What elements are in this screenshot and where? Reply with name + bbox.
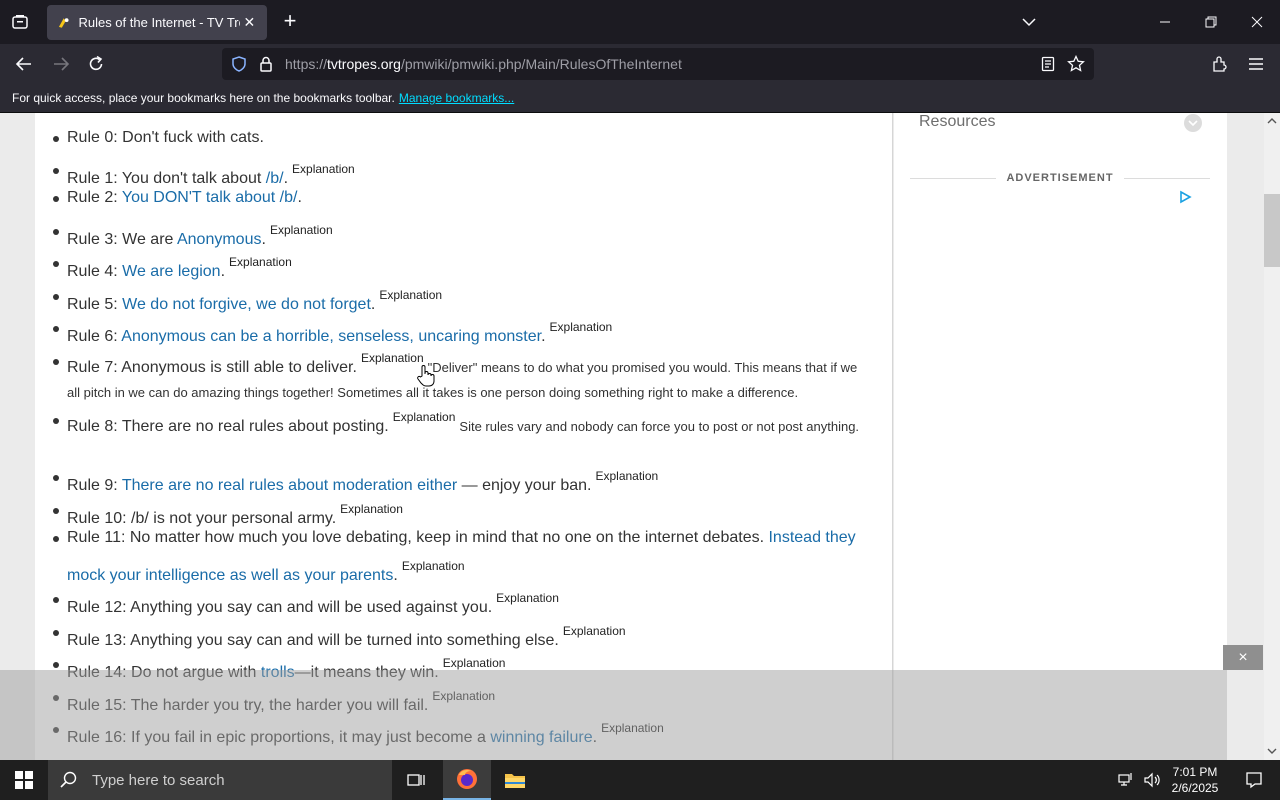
explanation-toggle[interactable]: Explanation — [393, 410, 456, 424]
bottom-ad-overlay — [0, 670, 1227, 760]
minimize-icon[interactable] — [1142, 0, 1188, 44]
rule-item: Rule 2: You DON'T talk about /b/. — [53, 183, 872, 212]
rule-text-suffix: . — [541, 328, 546, 345]
tab-active[interactable]: Rules of the Internet - TV Tropes ✕ — [47, 5, 267, 40]
url-text: https://tvtropes.org/pmwiki/pmwiki.php/M… — [285, 56, 682, 72]
rule-item: Rule 7: Anonymous is still able to deliv… — [53, 346, 872, 405]
rule-item: Rule 8: There are no real rules about po… — [53, 405, 872, 439]
article-content: Rule 0: Don't fuck with cats. Rule 1: You… — [35, 113, 893, 760]
rule-text-suffix: . — [393, 567, 398, 584]
scroll-down-icon[interactable] — [1267, 746, 1277, 756]
list-all-tabs-icon[interactable] — [1006, 0, 1052, 44]
firefox-taskbar-icon[interactable] — [443, 760, 491, 800]
rule-link[interactable]: We are legion — [122, 263, 220, 280]
rule-link[interactable]: You DON'T talk about /b/ — [122, 189, 298, 206]
rule-text: Rule 5: — [67, 296, 123, 313]
rule-text-suffix: . — [261, 231, 266, 248]
lock-icon[interactable] — [259, 56, 273, 72]
rule-text: Rule 12: Anything you say can and will b… — [67, 599, 493, 616]
explanation-toggle[interactable]: Explanation — [340, 502, 403, 516]
volume-icon[interactable] — [1136, 760, 1168, 800]
navigation-bar: https://tvtropes.org/pmwiki/pmwiki.php/M… — [0, 44, 1280, 84]
taskbar: Type here to search 7:01 PM 2/6/2025 — [0, 760, 1280, 800]
rule-text: Rule 0: Don't fuck with cats. — [67, 129, 264, 146]
rule-link[interactable]: Anonymous can be a horrible, senseless, … — [121, 328, 541, 345]
explanation-toggle[interactable]: Explanation — [270, 223, 333, 237]
search-icon — [60, 771, 77, 788]
rule-link[interactable]: There are no real rules about moderation… — [122, 477, 457, 494]
tvtropes-favicon-icon — [58, 17, 69, 28]
rule-text: Rule 7: Anonymous is still able to deliv… — [67, 359, 357, 376]
bookmark-star-icon[interactable] — [1067, 55, 1085, 73]
rule-text: Rule 4: — [67, 263, 123, 280]
explanation-toggle[interactable]: Explanation — [443, 656, 506, 670]
file-explorer-icon[interactable] — [491, 760, 539, 800]
windows-start-icon[interactable] — [0, 760, 48, 800]
clock-date: 2/6/2025 — [1171, 781, 1219, 795]
explanation-toggle[interactable]: Explanation — [361, 351, 424, 365]
adchoices-icon[interactable] — [1178, 190, 1192, 204]
close-overlay-button[interactable]: × — [1223, 645, 1263, 670]
explanation-text: Site rules vary and nobody can force you… — [459, 419, 860, 434]
rule-text: Rule 6: — [67, 328, 122, 345]
tab-title: Rules of the Internet - TV Tropes — [78, 15, 239, 30]
rule-link[interactable]: Anonymous — [177, 231, 262, 248]
reader-view-icon[interactable] — [1041, 56, 1055, 72]
advertisement-header: ADVERTISEMENT — [910, 171, 1210, 185]
rule-text-suffix: . — [297, 189, 302, 206]
explanation-toggle[interactable]: Explanation — [550, 320, 613, 334]
resources-heading[interactable]: Resources — [919, 113, 995, 131]
new-tab-icon[interactable]: + — [278, 10, 302, 34]
rule-text: Rule 8: There are no real rules about po… — [67, 418, 389, 435]
clock-time: 7:01 PM — [1172, 765, 1218, 779]
rule-text-suffix: . — [220, 263, 226, 280]
rule-text-suffix: . — [370, 296, 376, 313]
manage-bookmarks-link[interactable]: Manage bookmarks... — [399, 91, 514, 105]
rule-text: Rule 11: No matter how much you love deb… — [67, 529, 769, 546]
rule-item: Rule 0: Don't fuck with cats. — [53, 123, 872, 152]
tab-bar: Rules of the Internet - TV Tropes ✕ + — [0, 0, 1280, 44]
explanation-toggle[interactable]: Explanation — [402, 559, 465, 573]
taskbar-search[interactable]: Type here to search — [48, 760, 392, 800]
rule-text: Rule 2: — [67, 189, 122, 206]
rule-text: Rule 13: Anything you say can and will b… — [67, 632, 559, 649]
rule-text: Rule 3: We are — [67, 231, 177, 248]
advertisement-label: ADVERTISEMENT — [1006, 172, 1114, 184]
reload-icon[interactable] — [82, 50, 110, 78]
scrollbar-thumb[interactable] — [1264, 194, 1280, 267]
taskbar-search-placeholder: Type here to search — [92, 771, 225, 789]
scrollbar[interactable] — [1264, 113, 1280, 760]
bookmarks-message: For quick access, place your bookmarks h… — [12, 91, 395, 105]
system-clock[interactable]: 7:01 PM 2/6/2025 — [1166, 764, 1224, 796]
forward-icon[interactable] — [47, 50, 75, 78]
firefox-view-icon[interactable] — [6, 8, 34, 36]
rule-link[interactable]: We do not forgive, we do not forget — [122, 296, 371, 313]
restore-icon[interactable] — [1188, 0, 1234, 44]
page-viewport: Rule 0: Don't fuck with cats. Rule 1: You… — [0, 113, 1264, 760]
rule-item: Rule 11: No matter how much you love deb… — [53, 523, 872, 590]
explanation-toggle[interactable]: Explanation — [379, 288, 442, 302]
chevron-down-icon[interactable] — [1184, 114, 1202, 132]
rule-text-suffix: — enjoy your ban. — [457, 477, 592, 494]
sidebar: Resources ADVERTISEMENT — [894, 113, 1227, 760]
task-view-icon[interactable] — [392, 760, 440, 800]
bookmarks-toolbar: For quick access, place your bookmarks h… — [0, 84, 1280, 113]
explanation-toggle[interactable]: Explanation — [292, 162, 355, 176]
menu-icon[interactable] — [1242, 50, 1270, 78]
url-bar[interactable]: https://tvtropes.org/pmwiki/pmwiki.php/M… — [222, 48, 1094, 80]
tab-close-icon[interactable]: ✕ — [240, 14, 259, 31]
extensions-icon[interactable] — [1206, 50, 1234, 78]
explanation-toggle[interactable]: Explanation — [496, 591, 559, 605]
back-icon[interactable] — [10, 50, 38, 78]
close-window-icon[interactable] — [1234, 0, 1280, 44]
hand-cursor-icon — [417, 365, 435, 387]
explanation-toggle[interactable]: Explanation — [563, 624, 626, 638]
explanation-toggle[interactable]: Explanation — [229, 255, 292, 269]
tracking-protection-icon[interactable] — [231, 56, 247, 72]
rule-text: Rule 9: — [67, 477, 122, 494]
scroll-up-icon[interactable] — [1267, 116, 1277, 126]
notifications-icon[interactable] — [1230, 760, 1278, 800]
explanation-toggle[interactable]: Explanation — [595, 469, 658, 483]
